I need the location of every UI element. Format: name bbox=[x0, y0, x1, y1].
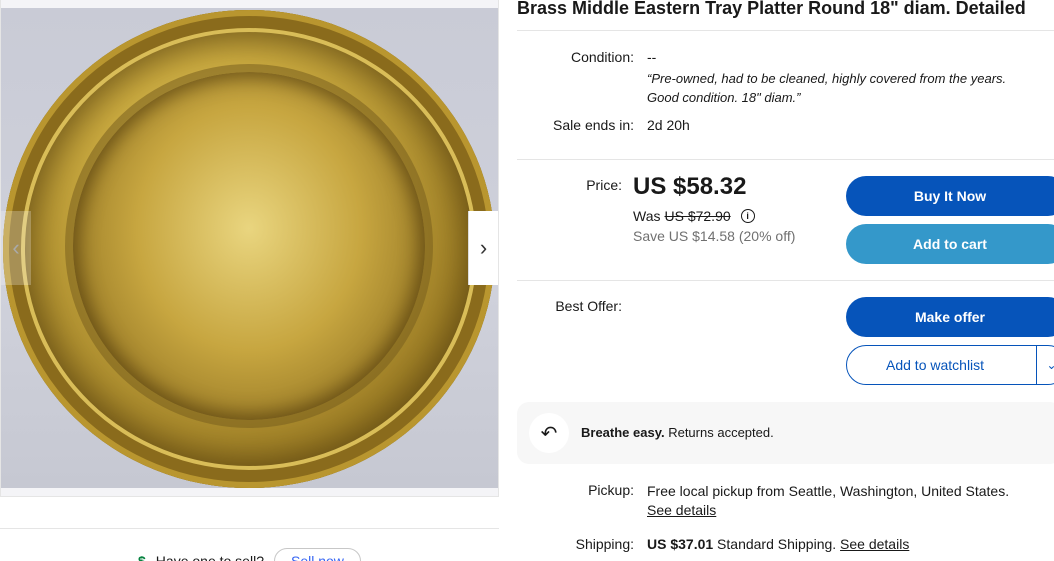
watchlist-label: Add to watchlist bbox=[886, 357, 985, 373]
dollar-icon: $ bbox=[138, 553, 146, 561]
was-price-row: Was US $72.90 i bbox=[633, 208, 755, 224]
buy-it-now-button[interactable]: Buy It Now bbox=[846, 176, 1054, 216]
condition-quote-line2: Good condition. 18" diam.” bbox=[647, 90, 801, 105]
pickup-label: Pickup: bbox=[588, 482, 634, 498]
sale-ends-label: Sale ends in: bbox=[553, 117, 634, 133]
divider bbox=[517, 280, 1054, 281]
was-price: US $72.90 bbox=[664, 208, 731, 224]
shipping-value: US $37.01 Standard Shipping. See details bbox=[647, 536, 909, 552]
best-offer-label: Best Offer: bbox=[555, 298, 622, 314]
pickup-value: Free local pickup from Seattle, Washingt… bbox=[647, 482, 1052, 520]
left-divider bbox=[0, 528, 499, 529]
return-arrow-icon: ↶ bbox=[529, 413, 569, 453]
returns-detail: Returns accepted. bbox=[664, 425, 774, 440]
divider bbox=[517, 30, 1054, 31]
condition-value: -- bbox=[647, 49, 657, 65]
condition-quote-line1: “Pre-owned, had to be cleaned, highly co… bbox=[647, 71, 1007, 86]
sell-now-button[interactable]: Sell now bbox=[273, 548, 361, 561]
savings-text: Save US $14.58 (20% off) bbox=[633, 228, 796, 244]
info-icon[interactable]: i bbox=[740, 209, 755, 223]
make-offer-button[interactable]: Make offer bbox=[846, 297, 1054, 337]
shipping-method: Standard Shipping. bbox=[713, 536, 841, 552]
returns-bold: Breathe easy. bbox=[581, 425, 665, 440]
shipping-amount: US $37.01 bbox=[647, 536, 714, 552]
listing-title: Brass Middle Eastern Tray Platter Round … bbox=[517, 0, 1026, 18]
current-price: US $58.32 bbox=[633, 173, 747, 200]
returns-text: Breathe easy. Returns accepted. bbox=[581, 425, 774, 440]
tray-engraved-center bbox=[73, 72, 425, 420]
add-to-cart-button[interactable]: Add to cart bbox=[846, 224, 1054, 264]
pickup-see-details-link[interactable]: See details bbox=[647, 502, 716, 518]
chevron-right-icon[interactable]: › bbox=[468, 211, 498, 285]
sell-prompt-row: $ Have one to sell? Sell now bbox=[138, 548, 361, 561]
image-gallery[interactable]: ‹ › bbox=[0, 0, 499, 497]
add-to-watchlist-button[interactable]: Add to watchlist ⌄ bbox=[846, 345, 1054, 385]
condition-description: “Pre-owned, had to be cleaned, highly co… bbox=[647, 69, 1047, 107]
condition-label: Condition: bbox=[570, 49, 634, 65]
pickup-text: Free local pickup from Seattle, Washingt… bbox=[647, 483, 1010, 499]
was-label: Was bbox=[633, 208, 661, 224]
sell-prompt-text: Have one to sell? bbox=[155, 553, 264, 561]
chevron-left-icon[interactable]: ‹ bbox=[1, 211, 31, 285]
shipping-see-details-link[interactable]: See details bbox=[840, 536, 909, 552]
chevron-down-icon[interactable]: ⌄ bbox=[1036, 346, 1054, 384]
price-label: Price: bbox=[586, 177, 622, 193]
sale-ends-value: 2d 20h bbox=[647, 117, 690, 133]
shipping-label: Shipping: bbox=[575, 536, 634, 552]
divider bbox=[517, 159, 1054, 160]
product-photo-tray[interactable] bbox=[3, 10, 495, 488]
